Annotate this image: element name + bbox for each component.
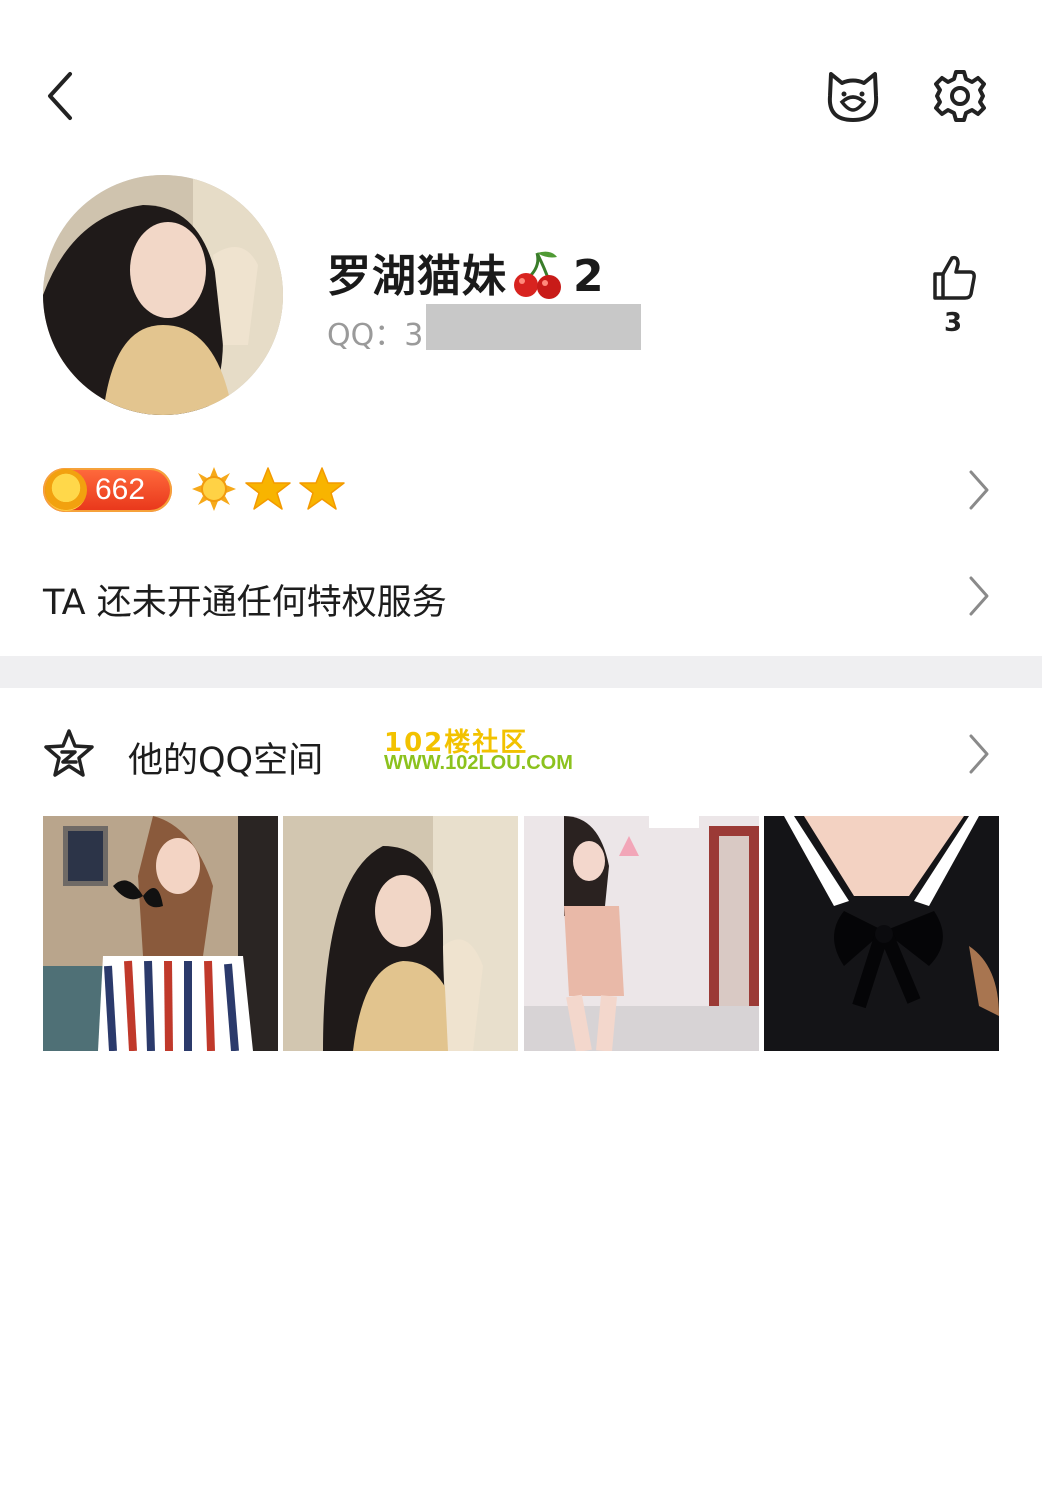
qzone-title: 他的QQ空间 <box>128 741 324 781</box>
qzone-row[interactable]: 他的QQ空间 102楼社区 WWW.102LOU.COM <box>0 718 1042 790</box>
nickname: 罗湖猫妹 2 <box>327 240 605 304</box>
qzone-photo[interactable] <box>764 816 999 1051</box>
chevron-right-icon <box>969 576 989 616</box>
qzone-star-icon <box>44 729 94 777</box>
avatar[interactable] <box>43 175 283 415</box>
chevron-right-icon <box>969 734 989 774</box>
watermark-url: WWW.102LOU.COM <box>384 752 573 774</box>
nickname-text: 罗湖猫妹 <box>327 251 507 302</box>
like-button[interactable]: 3 <box>925 250 981 345</box>
section-divider <box>0 656 1042 688</box>
cherry-icon <box>514 251 561 299</box>
like-count: 3 <box>943 308 963 338</box>
qzone-photo[interactable] <box>43 816 278 1051</box>
chevron-right-icon <box>969 470 989 510</box>
back-button[interactable] <box>38 66 88 126</box>
cat-face-icon <box>827 72 879 122</box>
settings-button[interactable] <box>930 66 990 126</box>
cat-face-button[interactable] <box>822 66 884 126</box>
qq-number: QQ：3 <box>327 318 424 353</box>
level-badge: 662 <box>43 468 172 512</box>
qzone-photo[interactable] <box>283 816 518 1051</box>
star-icon <box>299 467 345 510</box>
sun-icon <box>192 467 236 511</box>
level-value: 662 <box>95 473 146 506</box>
chevron-left-icon <box>48 72 72 120</box>
coin-icon <box>45 469 87 511</box>
level-row[interactable]: 662 <box>0 455 1042 525</box>
privilege-text: TA 还未开通任何特权服务 <box>43 583 447 623</box>
privilege-row[interactable]: TA 还未开通任何特权服务 <box>0 560 1042 632</box>
qzone-photo[interactable] <box>524 816 759 1051</box>
redaction-block <box>426 304 641 350</box>
thumbs-up-icon <box>933 255 976 300</box>
star-icon <box>245 467 291 510</box>
gear-icon <box>934 70 986 122</box>
nickname-suffix: 2 <box>573 251 605 302</box>
